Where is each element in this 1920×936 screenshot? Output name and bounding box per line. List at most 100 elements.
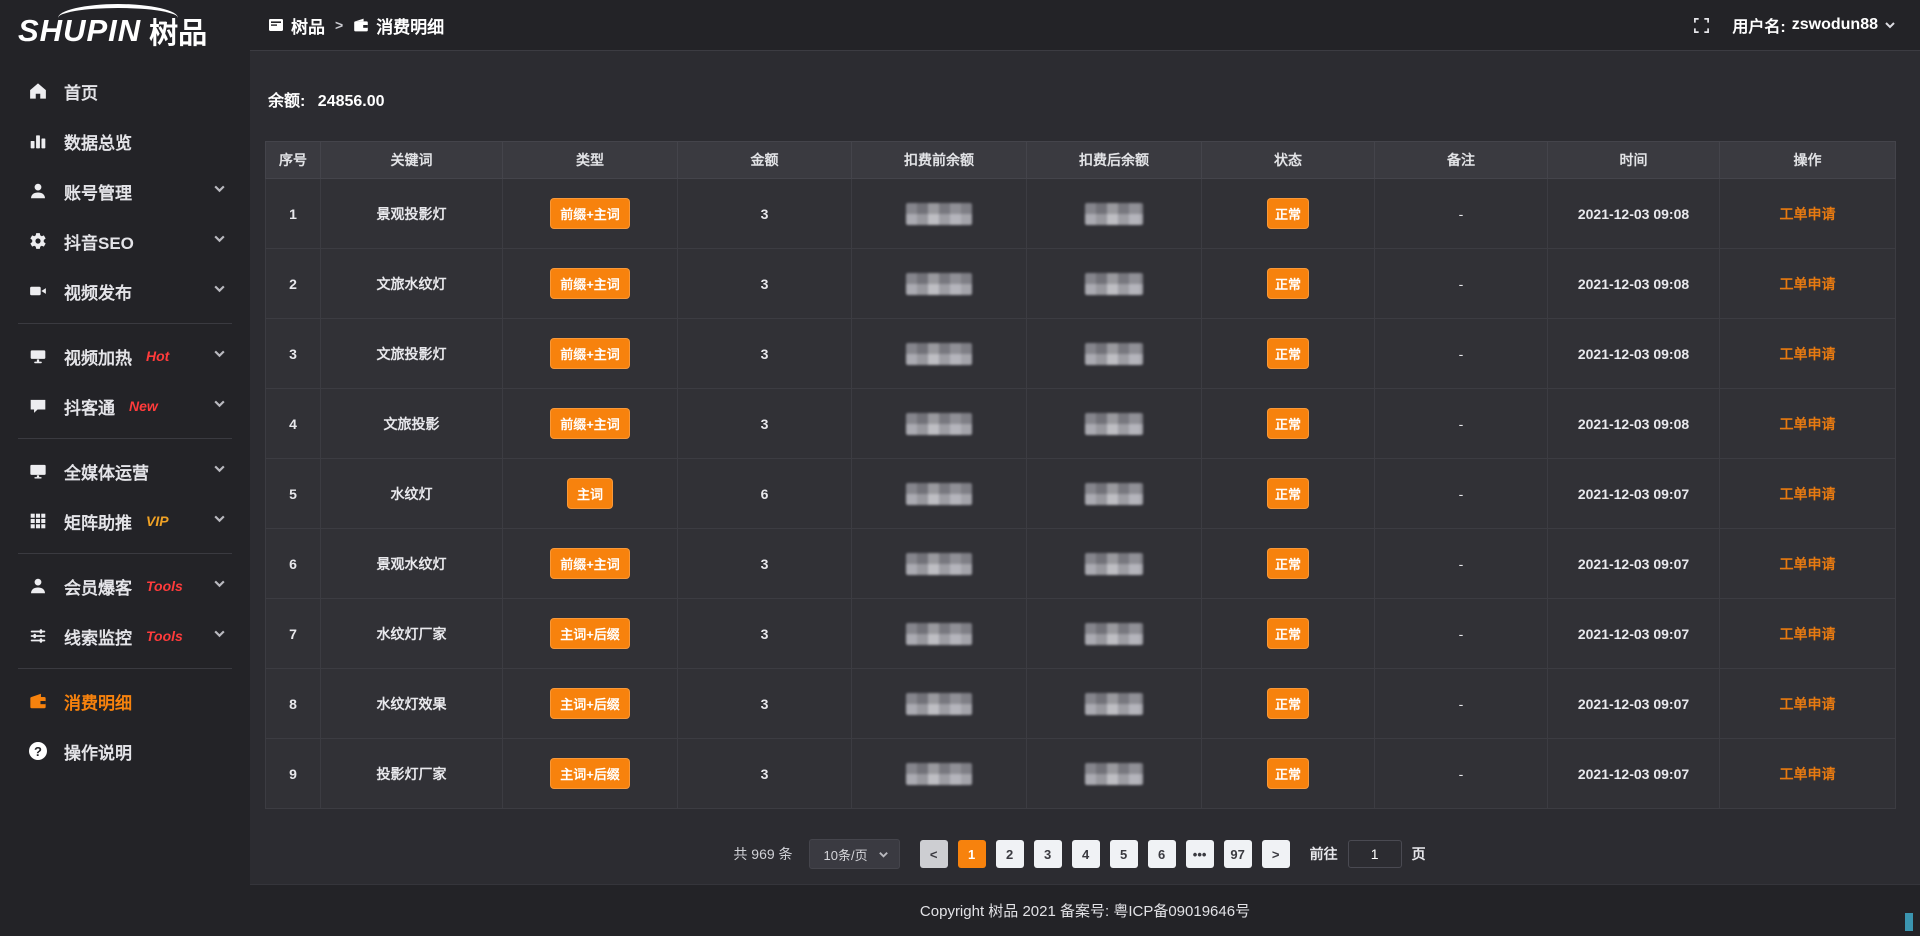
type-badge: 前缀+主词 xyxy=(550,338,630,369)
cell-type: 主词 xyxy=(503,459,678,529)
pagination-page-button[interactable]: 2 xyxy=(996,840,1024,868)
goto-page-input[interactable] xyxy=(1348,840,1402,868)
col-header-action: 操作 xyxy=(1720,142,1896,179)
type-badge: 主词+后缀 xyxy=(550,688,630,719)
col-header-seq: 序号 xyxy=(266,142,321,179)
cell-status: 正常 xyxy=(1202,249,1375,319)
sidebar-item-consumption-details[interactable]: 消费明细 xyxy=(0,676,250,726)
cell-amount: 6 xyxy=(678,459,852,529)
pagination-page-button[interactable]: 4 xyxy=(1072,840,1100,868)
bar-chart-icon xyxy=(28,131,48,151)
pagination-page-button[interactable]: 1 xyxy=(958,840,986,868)
pagination-page-button[interactable]: 97 xyxy=(1224,840,1252,868)
pagination-page-button[interactable]: 5 xyxy=(1110,840,1138,868)
table-row: 6 景观水纹灯 前缀+主词 3 正常 - 2021-12-03 09:07 工单… xyxy=(266,529,1896,599)
work-order-link[interactable]: 工单申请 xyxy=(1780,556,1836,572)
masked-balance-after xyxy=(1085,343,1143,365)
monitor-icon xyxy=(28,461,48,481)
sidebar-item-video-heat[interactable]: 视频加热 Hot xyxy=(0,331,250,381)
masked-balance-after xyxy=(1085,693,1143,715)
masked-balance-before xyxy=(906,483,972,505)
cell-amount: 3 xyxy=(678,739,852,809)
cell-type: 前缀+主词 xyxy=(503,319,678,389)
sidebar-item-home[interactable]: 首页 xyxy=(0,66,250,116)
cell-status: 正常 xyxy=(1202,459,1375,529)
pagination-ellipsis-button[interactable]: ••• xyxy=(1186,840,1214,868)
cell-balance-before xyxy=(852,599,1027,669)
work-order-link[interactable]: 工单申请 xyxy=(1780,696,1836,712)
cell-remark: - xyxy=(1375,669,1548,739)
cell-keyword: 景观水纹灯 xyxy=(321,529,503,599)
vip-badge: VIP xyxy=(146,513,169,529)
goto-label: 前往 xyxy=(1310,844,1338,864)
user-icon xyxy=(28,576,48,596)
cell-type: 主词+后缀 xyxy=(503,599,678,669)
work-order-link[interactable]: 工单申请 xyxy=(1780,346,1836,362)
type-badge: 前缀+主词 xyxy=(550,548,630,579)
cell-status: 正常 xyxy=(1202,179,1375,249)
fullscreen-button[interactable] xyxy=(1693,17,1710,34)
cell-seq: 6 xyxy=(266,529,321,599)
cell-balance-before xyxy=(852,389,1027,459)
work-order-link[interactable]: 工单申请 xyxy=(1780,486,1836,502)
cell-balance-before xyxy=(852,249,1027,319)
cell-balance-after xyxy=(1027,669,1202,739)
cell-action: 工单申请 xyxy=(1720,319,1896,389)
breadcrumb-home[interactable]: 树品 xyxy=(268,13,325,38)
cell-remark: - xyxy=(1375,739,1548,809)
sidebar-item-member-baoke[interactable]: 会员爆客 Tools xyxy=(0,561,250,611)
apps-icon xyxy=(268,17,284,33)
table-row: 7 水纹灯厂家 主词+后缀 3 正常 - 2021-12-03 09:07 工单… xyxy=(266,599,1896,669)
masked-balance-before xyxy=(906,693,972,715)
pagination-prev-button[interactable]: < xyxy=(920,840,948,868)
work-order-link[interactable]: 工单申请 xyxy=(1780,276,1836,292)
sidebar-item-video-publish[interactable]: 视频发布 xyxy=(0,266,250,316)
work-order-link[interactable]: 工单申请 xyxy=(1780,416,1836,432)
cell-status: 正常 xyxy=(1202,739,1375,809)
cell-seq: 4 xyxy=(266,389,321,459)
sidebar-item-instructions[interactable]: ? 操作说明 xyxy=(0,726,250,776)
work-order-link[interactable]: 工单申请 xyxy=(1780,766,1836,782)
tools-badge: Tools xyxy=(146,578,183,594)
chevron-down-icon xyxy=(213,232,226,250)
table-row: 4 文旅投影 前缀+主词 3 正常 - 2021-12-03 09:08 工单申… xyxy=(266,389,1896,459)
cell-amount: 3 xyxy=(678,319,852,389)
type-badge: 前缀+主词 xyxy=(550,268,630,299)
masked-balance-before xyxy=(906,413,972,435)
pagination-next-button[interactable]: > xyxy=(1262,840,1290,868)
status-badge: 正常 xyxy=(1267,548,1309,579)
chevron-down-icon xyxy=(213,462,226,480)
page-size-select[interactable]: 10条/页 xyxy=(809,839,900,869)
cell-seq: 3 xyxy=(266,319,321,389)
sidebar-item-matrix-boost[interactable]: 矩阵助推 VIP xyxy=(0,496,250,546)
sidebar-item-omnimedia[interactable]: 全媒体运营 xyxy=(0,446,250,496)
sidebar-item-douyin-seo[interactable]: 抖音SEO xyxy=(0,216,250,266)
sidebar-item-data-overview[interactable]: 数据总览 xyxy=(0,116,250,166)
cell-keyword: 文旅投影 xyxy=(321,389,503,459)
table-row: 5 水纹灯 主词 6 正常 - 2021-12-03 09:07 工单申请 xyxy=(266,459,1896,529)
cell-keyword: 水纹灯 xyxy=(321,459,503,529)
cell-keyword: 水纹灯效果 xyxy=(321,669,503,739)
sidebar-item-douketong[interactable]: 抖客通 New xyxy=(0,381,250,431)
cell-status: 正常 xyxy=(1202,389,1375,459)
user-icon xyxy=(28,181,48,201)
pagination-page-button[interactable]: 6 xyxy=(1148,840,1176,868)
hot-badge: Hot xyxy=(146,348,169,364)
work-order-link[interactable]: 工单申请 xyxy=(1780,626,1836,642)
footer: Copyright 树品 2021 备案号: 粤ICP备09019646号 xyxy=(250,884,1920,936)
cell-balance-before xyxy=(852,179,1027,249)
pagination-page-button[interactable]: 3 xyxy=(1034,840,1062,868)
menu-divider xyxy=(18,668,232,669)
breadcrumb-current[interactable]: 消费明细 xyxy=(353,13,444,38)
work-order-link[interactable]: 工单申请 xyxy=(1780,206,1836,222)
sidebar-item-lead-monitor[interactable]: 线索监控 Tools xyxy=(0,611,250,661)
masked-balance-after xyxy=(1085,203,1143,225)
user-menu[interactable]: 用户名: zswodun88 xyxy=(1732,13,1896,37)
wallet-icon xyxy=(28,691,48,711)
cell-remark: - xyxy=(1375,459,1548,529)
cell-amount: 3 xyxy=(678,529,852,599)
cell-time: 2021-12-03 09:08 xyxy=(1548,389,1720,459)
chevron-down-icon xyxy=(213,577,226,595)
sidebar-item-account-mgmt[interactable]: 账号管理 xyxy=(0,166,250,216)
chevron-down-icon xyxy=(213,347,226,365)
